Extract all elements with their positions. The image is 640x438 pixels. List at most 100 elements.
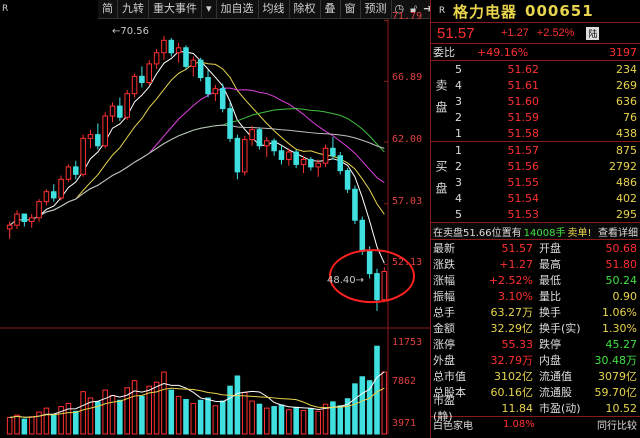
volume-bar xyxy=(271,406,277,435)
price-row: 51.57 +1.27 +2.52% 陆 xyxy=(431,23,640,44)
quote-value: 3.10% xyxy=(498,289,533,303)
candle-body xyxy=(227,108,233,139)
order-book-row[interactable]: 2 51.59 76 xyxy=(431,109,640,125)
volume-tick: 11753 xyxy=(392,337,423,348)
order-book-row[interactable]: 1 51.58 438 xyxy=(431,125,640,141)
volume-bar xyxy=(109,395,116,435)
candle-body xyxy=(241,139,248,173)
quote-label: 总市值 xyxy=(433,370,466,383)
quote-row: 总市值 3102亿 流通值 3079亿 xyxy=(431,368,640,384)
order-book-row[interactable]: 1 51.57 875 xyxy=(431,142,640,158)
toolbar-dropdown-icon[interactable]: ▾ xyxy=(202,0,217,18)
order-book-row[interactable]: 5 51.53 295 xyxy=(431,206,640,222)
quote-value: 50.68 xyxy=(605,241,638,255)
quote-value: 59.70亿 xyxy=(594,386,638,399)
candle-body xyxy=(175,47,182,54)
volume-bar xyxy=(249,400,255,435)
toolbar-forecast-button[interactable]: 预测 xyxy=(361,0,392,18)
sell-order-book: 卖盘 5 51.62 234 4 51.61 269 3 51.60 636 2 51.59 76 1 5… xyxy=(431,61,640,142)
kline-chart-area[interactable]: R 简 九转 重大事件 ▾ 加自选 均线 除权 叠 窗 预测 ◷ 🔓︎ ➜ ▾ … xyxy=(0,0,448,438)
volume-bar xyxy=(256,403,263,435)
quote-value: 51.80 xyxy=(605,257,638,271)
last-price: 51.57 xyxy=(437,24,475,42)
candle-body xyxy=(381,270,388,301)
quote-value: 0.90 xyxy=(612,289,638,303)
order-volume: 76 xyxy=(623,110,637,124)
quote-value: 63.27万 xyxy=(490,306,534,319)
toolbar-nine-turn-button[interactable]: 九转 xyxy=(118,0,149,18)
candle-body xyxy=(168,39,175,54)
quote-row: 总手 63.27万 换手 1.06% xyxy=(431,304,640,320)
order-book-row[interactable]: 2 51.56 2792 xyxy=(431,158,640,174)
toolbar-ma-button[interactable]: 均线 xyxy=(259,0,290,18)
volume-bar xyxy=(234,375,241,435)
quote-label: 涨停 xyxy=(433,338,455,351)
volume-bar xyxy=(168,389,175,435)
order-book-row[interactable]: 4 51.61 269 xyxy=(431,77,640,93)
volume-bar xyxy=(139,395,145,435)
quote-label: 流通值 xyxy=(539,370,572,383)
toolbar-major-events-button[interactable]: 重大事件 xyxy=(149,0,202,18)
candle-body xyxy=(87,134,94,139)
candle-body xyxy=(256,129,263,147)
view-detail-link[interactable]: 查看详细 xyxy=(598,224,640,239)
volume-tick: 3971 xyxy=(392,418,417,429)
candle-body xyxy=(14,213,20,226)
candle-body xyxy=(65,166,72,180)
price-tick: 62.00 xyxy=(392,134,423,145)
order-book-row[interactable]: 3 51.60 636 xyxy=(431,93,640,109)
quote-value: +1.27 xyxy=(499,257,533,271)
peer-compare-link[interactable]: 同行比较 xyxy=(597,417,640,432)
candle-body xyxy=(293,151,299,165)
sector-name: 白色家电 xyxy=(433,420,473,432)
volume-bar xyxy=(278,404,285,435)
quote-label: 金额 xyxy=(433,322,455,335)
volume-bar xyxy=(337,405,344,435)
order-volume: 402 xyxy=(616,191,637,205)
volume-bar xyxy=(293,406,299,435)
candle-body xyxy=(190,59,197,67)
candle-body xyxy=(315,162,321,168)
candle-body xyxy=(308,158,314,168)
order-book-row[interactable]: 5 51.62 234 xyxy=(431,61,640,77)
toolbar-add-watchlist-button[interactable]: 加自选 xyxy=(217,0,259,18)
price-change: +1.27 xyxy=(501,27,529,39)
connect-tag[interactable]: 陆 xyxy=(586,26,600,40)
price-change-pct: +2.52% xyxy=(536,27,575,39)
candle-body xyxy=(344,170,351,190)
candle-body xyxy=(139,75,145,84)
volume-bar xyxy=(65,402,72,435)
sector-row[interactable]: 白色家电 1.08% 同行比较 xyxy=(431,416,640,432)
toolbar-window-button[interactable]: 窗 xyxy=(341,0,361,18)
kline-chart[interactable] xyxy=(0,0,430,438)
high-price-label: ←70.56 xyxy=(112,26,150,37)
quote-label: 最低 xyxy=(539,274,561,287)
low-price-label: 48.40→ xyxy=(327,275,365,286)
order-level: 1 xyxy=(455,126,462,140)
volume-bar xyxy=(131,380,138,435)
large-order-alert[interactable]: 在卖盘51.66位置有 14008手 卖单! 查看详细 xyxy=(431,223,640,240)
alert-text: 在卖盘51.66位置有 xyxy=(433,227,522,239)
volume-bar xyxy=(227,385,233,435)
candle-body xyxy=(286,151,292,160)
alert-type: 卖单! xyxy=(567,227,592,239)
volume-bar xyxy=(183,399,189,435)
order-price: 51.53 xyxy=(507,207,540,221)
stock-code: 000651 xyxy=(525,2,594,20)
order-level: 4 xyxy=(455,78,462,92)
sector-pct: 1.08% xyxy=(503,418,535,430)
candle-body xyxy=(322,147,329,164)
toolbar-exright-button[interactable]: 除权 xyxy=(290,0,321,18)
toolbar-simple-button[interactable]: 简 xyxy=(98,0,118,18)
order-level: 5 xyxy=(455,62,462,76)
volume-bar xyxy=(381,371,388,435)
quote-label: 涨幅 xyxy=(433,274,455,287)
toolbar-overlay-button[interactable]: 叠 xyxy=(321,0,341,18)
volume-bar xyxy=(117,399,123,435)
order-volume: 269 xyxy=(616,78,637,92)
price-tick: 57.03 xyxy=(392,196,423,207)
quote-label: 内盘 xyxy=(539,354,561,367)
order-book-row[interactable]: 4 51.54 402 xyxy=(431,190,640,206)
order-book-row[interactable]: 3 51.55 486 xyxy=(431,174,640,190)
ratio-diff: 3197 xyxy=(609,45,637,59)
